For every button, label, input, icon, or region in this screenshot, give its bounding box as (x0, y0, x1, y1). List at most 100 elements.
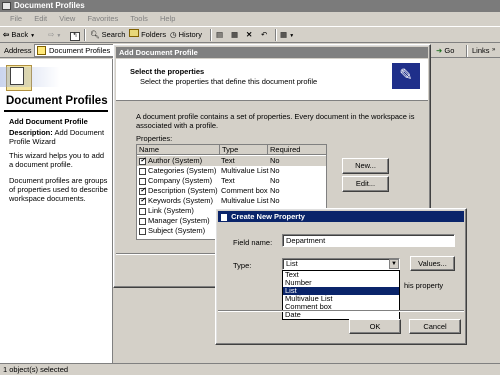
property-row[interactable]: Keywords (System) Multivalue List No (137, 196, 326, 206)
toolbar-separator (210, 29, 212, 41)
chevron-down-icon: ▼ (56, 33, 62, 39)
history-button[interactable]: ◷ History (170, 27, 202, 43)
title-divider (4, 110, 108, 112)
column-header-required[interactable]: Required (267, 145, 300, 155)
banner-stripe (0, 67, 60, 87)
menu-file[interactable]: File (10, 12, 22, 26)
forward-arrow-icon: ⇨ (48, 30, 55, 39)
wizard-header: Select the properties Select the propert… (116, 59, 428, 101)
type-option[interactable]: Number (283, 279, 399, 287)
back-button[interactable]: ⇦ Back ▼ (3, 27, 35, 43)
undo-icon: ↶ (261, 30, 268, 39)
links-button[interactable]: Links (472, 43, 490, 58)
property-row[interactable]: Description (System) Comment box No (137, 186, 326, 196)
dialog-title-icon (221, 213, 227, 221)
field-name-label: Field name: (233, 238, 273, 247)
cancel-button[interactable]: Cancel (409, 319, 461, 334)
up-folder-icon: ↰ (70, 32, 80, 41)
back-arrow-icon: ⇦ (3, 30, 10, 39)
checkbox[interactable] (139, 167, 146, 175)
menu-tools[interactable]: Tools (130, 12, 148, 26)
checkbox[interactable] (139, 177, 146, 185)
description-label: Description: (9, 128, 53, 137)
menu-edit[interactable]: Edit (34, 12, 47, 26)
search-icon: 🔍︎ (90, 30, 100, 39)
checkbox[interactable] (139, 156, 146, 166)
history-icon: ◷ (170, 30, 177, 39)
type-label: Type: (233, 261, 252, 270)
more-icon[interactable]: » (492, 43, 495, 58)
menu-help[interactable]: Help (160, 12, 175, 26)
help-paragraph-2: Document profiles are groups of properti… (9, 176, 108, 203)
left-info-pane: Document Profiles Add Document Profile D… (0, 59, 113, 363)
property-dialog-title: Create New Property (231, 212, 305, 221)
move-to-button[interactable]: ▤ (216, 27, 223, 43)
ok-button[interactable]: OK (349, 319, 401, 334)
type-dropdown-button[interactable]: ▼ (389, 259, 399, 269)
checkbox[interactable] (139, 217, 146, 225)
type-select[interactable]: List ▼ (282, 258, 400, 270)
folders-icon (129, 29, 139, 37)
chevron-down-icon: ▼ (289, 33, 295, 39)
folder-icon (37, 46, 46, 55)
go-arrow-icon: ➜ (436, 46, 443, 55)
column-header-name[interactable]: Name (139, 145, 159, 155)
status-text: 1 object(s) selected (3, 365, 69, 374)
window-titlebar: Document Profiles (0, 0, 500, 12)
wizard-title: Add Document Profile (119, 48, 198, 57)
delete-button[interactable]: ✕ (246, 27, 252, 43)
property-dialog-titlebar: Create New Property (218, 211, 464, 222)
type-dropdown-list[interactable]: Text Number List Multivalue List Comment… (282, 270, 400, 320)
wizard-header-subtitle: Select the properties that define this d… (140, 77, 318, 86)
go-button[interactable]: ➜ Go (436, 43, 454, 58)
views-icon: ▦ (280, 30, 288, 39)
required-checkbox-label: his property (404, 281, 444, 290)
properties-label: Properties: (136, 134, 173, 143)
toolbar-separator (84, 29, 86, 41)
property-row[interactable]: Company (System) Text No (137, 176, 326, 186)
address-label: Address (4, 46, 32, 55)
status-bar: 1 object(s) selected (0, 363, 500, 375)
views-button[interactable]: ▦ ▼ (280, 27, 294, 43)
property-row[interactable]: Author (System) Text No (137, 156, 326, 166)
properties-list-header: Name Type Required (137, 145, 326, 155)
wizard-intro: A document profile contains a set of pro… (136, 112, 415, 130)
delete-x-icon: ✕ (246, 30, 253, 39)
property-row[interactable]: Categories (System) Multivalue List No (137, 166, 326, 176)
new-property-button[interactable]: New... (342, 158, 389, 174)
toolbar-separator (466, 45, 468, 57)
field-name-input[interactable]: Department (282, 234, 455, 247)
description-block: Description: Add Document Profile Wizard (9, 128, 109, 146)
wizard-titlebar: Add Document Profile (116, 47, 428, 58)
type-option[interactable]: Date (283, 311, 399, 319)
search-button[interactable]: 🔍︎ Search (90, 27, 125, 43)
values-button[interactable]: Values... (410, 256, 455, 271)
page-title: Document Profiles (6, 95, 108, 107)
menu-view[interactable]: View (59, 12, 75, 26)
undo-button[interactable]: ↶ (261, 27, 267, 43)
menu-favorites[interactable]: Favorites (87, 12, 118, 26)
toolbar-separator (275, 29, 277, 41)
checkbox[interactable] (139, 227, 146, 235)
app-icon (2, 2, 11, 10)
window-title: Document Profiles (14, 1, 85, 10)
move-to-icon: ▤ (216, 30, 224, 39)
create-new-property-dialog: Create New Property Field name: Departme… (215, 208, 467, 345)
folders-button[interactable]: Folders (129, 27, 166, 43)
wizard-pen-icon: ✎ (392, 63, 420, 89)
up-folder-button[interactable]: ↰ (70, 27, 80, 43)
forward-button[interactable]: ⇨ ▼ (48, 27, 61, 43)
checkbox[interactable] (139, 186, 146, 196)
checkbox[interactable] (139, 207, 146, 215)
help-paragraph-1: This wizard helps you to add a document … (9, 151, 105, 169)
edit-property-button[interactable]: Edit... (342, 176, 389, 192)
checkbox[interactable] (139, 196, 146, 206)
copy-to-button[interactable]: ▦ (231, 27, 238, 43)
chevron-down-icon: ▼ (30, 33, 36, 39)
selected-item-heading: Add Document Profile (9, 117, 88, 126)
menu-bar: File Edit View Favorites Tools Help (0, 12, 500, 26)
wizard-header-title: Select the properties (130, 67, 205, 76)
column-header-type[interactable]: Type (219, 145, 238, 155)
copy-to-icon: ▦ (231, 30, 239, 39)
property-dialog-divider (218, 310, 464, 312)
